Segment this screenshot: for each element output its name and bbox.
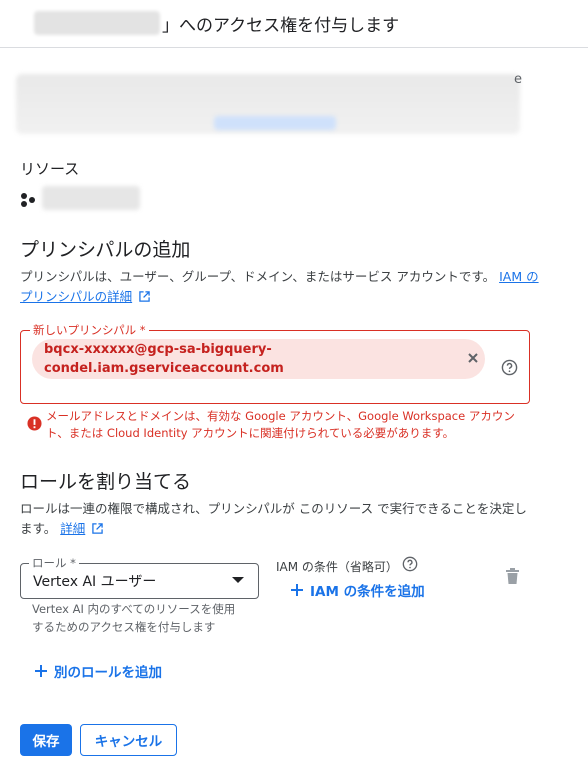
redacted-description-link — [214, 116, 336, 130]
close-icon[interactable] — [464, 349, 482, 367]
principals-description: プリンシパルは、ユーザー、グループ、ドメイン、またはサービス アカウントです。 … — [20, 267, 540, 307]
principals-description-text: プリンシパルは、ユーザー、グループ、ドメイン、またはサービス アカウントです。 — [20, 269, 496, 284]
dialog-title: 」へのアクセス権を付与します — [162, 16, 400, 36]
role-description: Vertex AI 内のすべてのリソースを使用するためのアクセス権を付与します — [32, 602, 236, 634]
redacted-resource-name — [34, 11, 160, 35]
resource-heading: リソース — [20, 160, 80, 178]
project-hierarchy-icon — [21, 193, 35, 207]
iam-condition-label: IAM の条件（省略可） — [276, 560, 398, 574]
plus-icon — [35, 665, 47, 677]
add-another-role-button[interactable]: 別のロールを追加 — [34, 661, 162, 681]
dropdown-arrow-icon — [232, 577, 244, 583]
help-icon[interactable] — [402, 556, 418, 572]
delete-icon[interactable] — [505, 568, 520, 585]
error-icon — [27, 416, 42, 431]
save-button[interactable]: 保存 — [20, 724, 72, 756]
role-select-label: ロール * — [29, 555, 79, 571]
external-link-icon — [139, 291, 150, 302]
cancel-button[interactable]: キャンセル — [80, 724, 177, 756]
role-select-value: Vertex AI ユーザー — [33, 574, 157, 590]
assign-roles-heading: ロールを割り当てる — [20, 471, 192, 493]
new-principals-label: 新しいプリンシパル * — [30, 322, 149, 338]
add-iam-condition-button[interactable]: IAM の条件を追加 — [290, 580, 425, 600]
add-another-role-label: 別のロールを追加 — [54, 665, 162, 681]
external-link-icon — [92, 523, 103, 534]
principal-error-message: メールアドレスとドメインは、有効な Google アカウント、Google Wo… — [46, 409, 515, 440]
roles-description: ロールは一連の権限で構成され、プリンシパルが このリソース で実行できることを決… — [20, 499, 535, 539]
roles-details-link[interactable]: 詳細 — [60, 521, 85, 536]
description-trailing-char: e — [514, 72, 522, 87]
redacted-resource — [42, 186, 140, 210]
principal-chip-value: bqcx-xxxxxx@gcp-sa-bigquery-condel.iam.g… — [44, 342, 284, 376]
add-principals-heading: プリンシパルの追加 — [20, 239, 191, 261]
help-icon[interactable] — [501, 359, 518, 376]
add-iam-condition-label: IAM の条件を追加 — [310, 584, 425, 600]
plus-icon — [291, 584, 303, 596]
